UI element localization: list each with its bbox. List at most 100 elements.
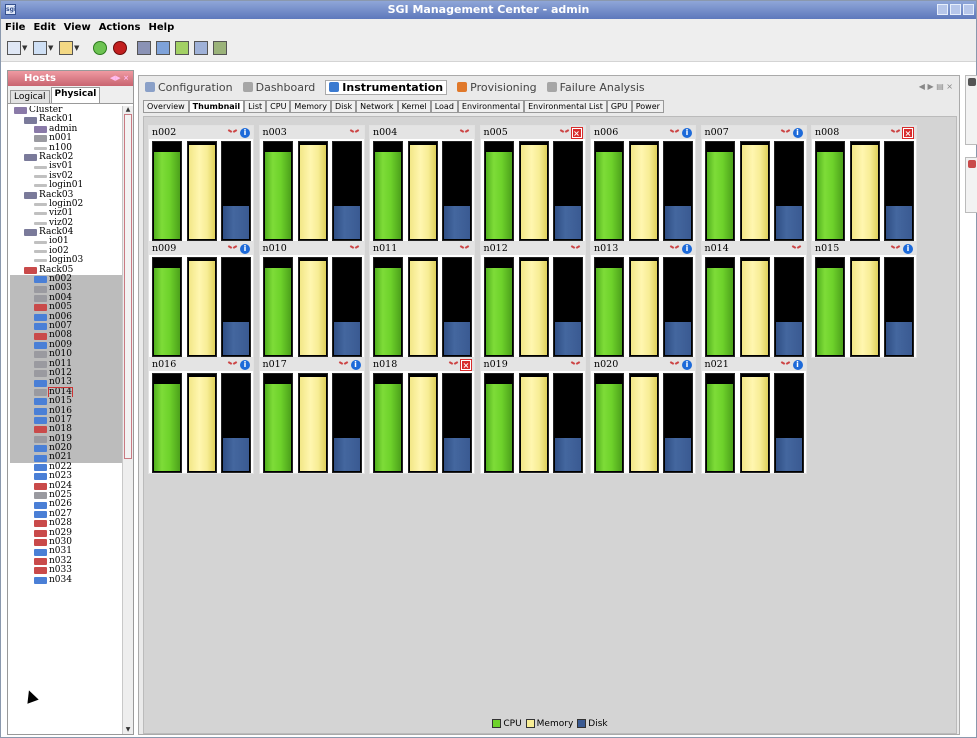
alerts-icon bbox=[968, 160, 976, 168]
info-icon[interactable]: i bbox=[350, 359, 361, 370]
node-card[interactable]: n018 × bbox=[369, 357, 475, 474]
info-icon[interactable]: i bbox=[682, 359, 692, 370]
node-card-header: n002 i bbox=[149, 126, 253, 139]
hosts-panel: Hosts ◀▶ × Logical Physical Cluster Rack0… bbox=[7, 70, 134, 735]
power-icon bbox=[93, 41, 107, 55]
subtab[interactable]: Kernel bbox=[397, 100, 431, 112]
node-card[interactable]: n002 i bbox=[148, 125, 254, 242]
node-card[interactable]: n020 i bbox=[590, 357, 696, 474]
menu-file[interactable]: File bbox=[5, 22, 25, 33]
perspective-label: Dashboard bbox=[255, 80, 316, 94]
node-card[interactable]: n004 bbox=[369, 125, 475, 242]
node-card[interactable]: n014 bbox=[700, 241, 807, 358]
subtab[interactable]: Power bbox=[631, 100, 664, 112]
node-status-icons: i bbox=[669, 243, 692, 254]
folder-dropdown[interactable]: ▼ bbox=[59, 40, 79, 56]
node-card[interactable]: n005 × bbox=[479, 125, 586, 242]
tree-scrollbar[interactable]: ▲ ▼ bbox=[122, 106, 133, 734]
info-icon[interactable]: i bbox=[682, 127, 692, 138]
error-icon[interactable]: × bbox=[460, 358, 472, 371]
node-card[interactable]: n009 i bbox=[148, 241, 254, 358]
perspective-tab[interactable]: Provisioning bbox=[457, 81, 537, 94]
node-card[interactable]: n012 bbox=[479, 241, 586, 358]
scroll-down-icon[interactable]: ▼ bbox=[123, 726, 133, 734]
info-icon[interactable]: i bbox=[240, 243, 250, 254]
minimize-button[interactable] bbox=[937, 4, 948, 15]
cpu-bar-fill bbox=[596, 151, 622, 239]
error-icon[interactable]: × bbox=[570, 126, 583, 139]
layout-dropdown[interactable]: ▼ bbox=[33, 40, 53, 56]
scrollbar-thumb[interactable] bbox=[124, 114, 132, 459]
perspective-label: Instrumentation bbox=[342, 80, 444, 94]
node-card[interactable]: n013 i bbox=[590, 241, 696, 358]
tab-logical[interactable]: Logical bbox=[10, 90, 50, 103]
info-icon[interactable]: i bbox=[240, 359, 250, 370]
memory-bar bbox=[518, 373, 549, 473]
info-icon[interactable]: i bbox=[792, 127, 803, 138]
perspective-tab[interactable]: Configuration bbox=[145, 81, 233, 94]
subtab[interactable]: Environmental List bbox=[524, 100, 607, 112]
perspective-tab[interactable]: Dashboard bbox=[242, 80, 316, 94]
info-icon[interactable]: i bbox=[240, 127, 250, 138]
cpu-bar-fill bbox=[485, 267, 512, 355]
node-card[interactable]: n006 i bbox=[590, 125, 696, 242]
node-name: n011 bbox=[373, 243, 398, 254]
perspective-tab[interactable]: Failure Analysis bbox=[546, 81, 645, 94]
subtab[interactable]: GPU bbox=[606, 100, 632, 112]
tools-button[interactable] bbox=[213, 40, 227, 56]
menu-actions[interactable]: Actions bbox=[99, 22, 141, 33]
info-icon[interactable]: i bbox=[682, 243, 692, 254]
perspective-tab[interactable]: Instrumentation bbox=[325, 79, 448, 95]
add-node-button[interactable] bbox=[156, 40, 170, 56]
node-card[interactable]: n010 bbox=[258, 241, 365, 358]
node-card[interactable]: n003 bbox=[258, 125, 365, 242]
scroll-up-icon[interactable]: ▲ bbox=[123, 106, 133, 114]
tree-item[interactable]: n034 bbox=[10, 575, 122, 585]
group-button[interactable] bbox=[175, 40, 189, 56]
image-button[interactable] bbox=[194, 40, 208, 56]
node-card[interactable]: n019 bbox=[479, 357, 586, 474]
info-icon[interactable]: i bbox=[792, 359, 803, 370]
close-button[interactable] bbox=[963, 4, 974, 15]
disk-bar bbox=[884, 141, 914, 241]
alerts-dock-tab[interactable] bbox=[965, 157, 977, 213]
rack-button[interactable] bbox=[137, 40, 151, 56]
node-card[interactable]: n015 i bbox=[811, 241, 917, 358]
memory-bar bbox=[629, 141, 659, 241]
subtab[interactable]: Overview bbox=[143, 100, 189, 112]
tab-physical[interactable]: Physical bbox=[50, 87, 101, 103]
perspective-icon bbox=[546, 82, 557, 92]
menu-edit[interactable]: Edit bbox=[33, 22, 55, 33]
subtab[interactable]: Load bbox=[430, 100, 458, 112]
disk-bar-fill bbox=[444, 321, 470, 355]
info-icon[interactable]: i bbox=[903, 243, 913, 254]
subtab[interactable]: Memory bbox=[290, 100, 331, 112]
node-icon bbox=[34, 203, 47, 207]
view-controls-icon[interactable]: ◀ ▶ ▤ × bbox=[919, 82, 953, 91]
subtab[interactable]: Network bbox=[356, 100, 398, 112]
maximize-button[interactable] bbox=[950, 4, 961, 15]
node-card[interactable]: n011 bbox=[369, 241, 475, 358]
node-card[interactable]: n016 i bbox=[148, 357, 254, 474]
menu-view[interactable]: View bbox=[64, 22, 91, 33]
power-off-button[interactable] bbox=[113, 40, 127, 56]
subtab[interactable]: CPU bbox=[266, 100, 291, 112]
error-icon[interactable]: × bbox=[902, 126, 914, 139]
node-card-header: n011 bbox=[370, 242, 474, 255]
node-card[interactable]: n017 i bbox=[258, 357, 365, 474]
node-icon bbox=[34, 557, 47, 565]
subtab[interactable]: List bbox=[244, 100, 267, 112]
node-status-icons: i bbox=[338, 359, 361, 370]
menu-help[interactable]: Help bbox=[149, 22, 175, 33]
subtab[interactable]: Thumbnail bbox=[188, 100, 245, 112]
node-icon bbox=[34, 398, 47, 406]
node-card[interactable]: n021 i bbox=[700, 357, 807, 474]
subtab[interactable]: Environmental bbox=[457, 100, 525, 112]
panel-controls-icon[interactable]: ◀▶ × bbox=[110, 71, 129, 86]
node-card[interactable]: n007 i bbox=[700, 125, 807, 242]
subtab[interactable]: Disk bbox=[330, 100, 357, 112]
power-on-button[interactable] bbox=[93, 40, 107, 56]
favorites-dock-tab[interactable] bbox=[965, 75, 977, 145]
node-card[interactable]: n008 × bbox=[811, 125, 917, 242]
new-window-dropdown[interactable]: ▼ bbox=[7, 40, 27, 56]
